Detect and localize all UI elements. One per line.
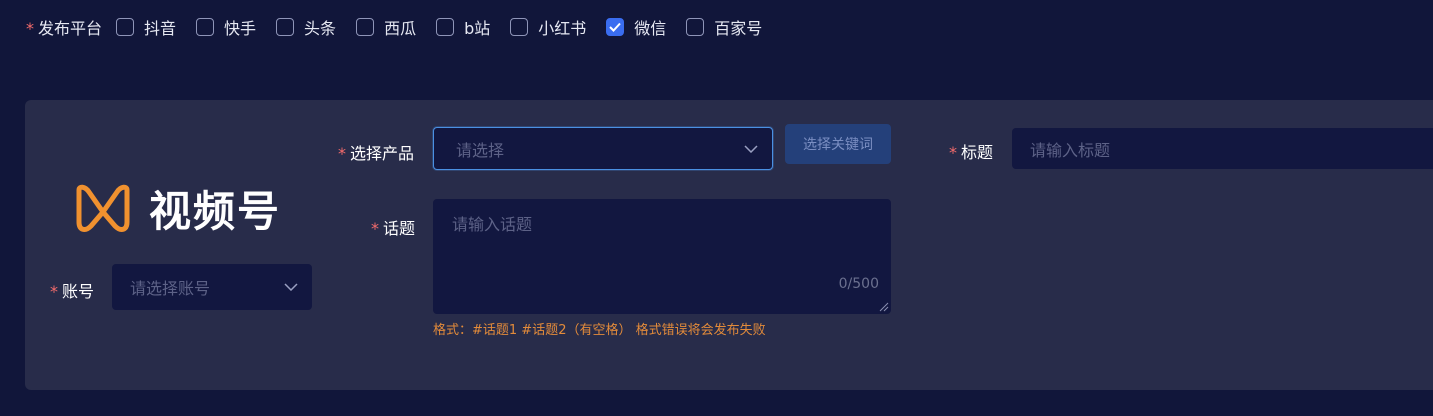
chevron-down-icon — [284, 283, 298, 291]
platform-checkbox-toutiao[interactable]: 头条 — [276, 15, 336, 39]
platform-checkbox-xigua[interactable]: 西瓜 — [356, 15, 416, 39]
platform-label: * 发布平台 — [26, 19, 103, 38]
title-input[interactable]: 请输入标题 — [1012, 128, 1433, 169]
checkbox-box[interactable] — [276, 18, 295, 36]
check-icon — [609, 22, 621, 32]
required-mark: * — [949, 143, 957, 162]
account-label: * 账号 — [50, 282, 95, 301]
logo-text: 视频号 — [149, 187, 282, 236]
checkbox-box[interactable] — [196, 18, 215, 36]
platform-checkbox-bilibili[interactable]: b站 — [436, 15, 490, 39]
platform-checkbox-xiaohongshu[interactable]: 小红书 — [510, 15, 586, 39]
channel-logo: 视频号 — [75, 178, 281, 239]
topic-format-hint: 格式：#话题1 #话题2（有空格） 格式错误将会发布失败 — [433, 323, 766, 338]
platform-checkbox-baijiahao[interactable]: 百家号 — [686, 15, 762, 39]
product-placeholder: 请选择 — [456, 140, 505, 160]
checkbox-box[interactable] — [606, 18, 625, 36]
checkbox-box[interactable] — [436, 18, 455, 36]
platform-label-xiaohongshu: 小红书 — [538, 19, 587, 38]
title-placeholder: 请输入标题 — [1030, 140, 1111, 160]
platform-checkbox-kuaishou[interactable]: 快手 — [196, 15, 256, 39]
account-select[interactable]: 请选择账号 — [112, 264, 312, 310]
topic-placeholder: 请输入话题 — [452, 215, 533, 234]
product-select[interactable]: 请选择 — [433, 127, 773, 170]
chevron-down-icon — [744, 144, 758, 153]
publish-card: 视频号 * 账号 请选择账号 * 选择产品 请选择 选择关键词 * 标题 请输入标题 … — [25, 100, 1433, 390]
platform-label-weixin: 微信 — [634, 19, 667, 38]
product-label: * 选择产品 — [338, 144, 415, 163]
platform-checkbox-weixin[interactable]: 微信 — [606, 15, 666, 39]
topic-char-count: 0/500 — [838, 276, 879, 292]
checkbox-box[interactable] — [356, 18, 375, 36]
required-mark: * — [26, 19, 34, 38]
platform-label-xigua: 西瓜 — [384, 19, 417, 38]
platform-label-kuaishou: 快手 — [224, 19, 257, 38]
select-keyword-button[interactable]: 选择关键词 — [785, 124, 891, 164]
checkbox-box[interactable] — [686, 18, 705, 36]
channels-logo-icon — [76, 184, 130, 232]
platform-label-douyin: 抖音 — [144, 19, 177, 38]
account-placeholder: 请选择账号 — [130, 279, 211, 298]
platform-label-bilibili: b站 — [464, 19, 491, 38]
required-mark: * — [50, 282, 58, 301]
topic-label: * 话题 — [371, 219, 416, 238]
checkbox-box[interactable] — [116, 18, 135, 36]
resize-handle-icon[interactable] — [877, 300, 889, 312]
required-mark: * — [371, 219, 379, 238]
required-mark: * — [338, 144, 346, 163]
platform-selector: * 发布平台 抖音 快手 头条 西瓜 b站 小红书 微信 百家号 — [26, 14, 782, 40]
platform-checkbox-douyin[interactable]: 抖音 — [116, 15, 176, 39]
title-label: * 标题 — [949, 143, 994, 162]
platform-label-toutiao: 头条 — [304, 19, 337, 38]
platform-label-baijiahao: 百家号 — [714, 19, 763, 38]
checkbox-box[interactable] — [510, 18, 529, 36]
topic-textarea[interactable]: 请输入话题 0/500 — [433, 199, 891, 314]
